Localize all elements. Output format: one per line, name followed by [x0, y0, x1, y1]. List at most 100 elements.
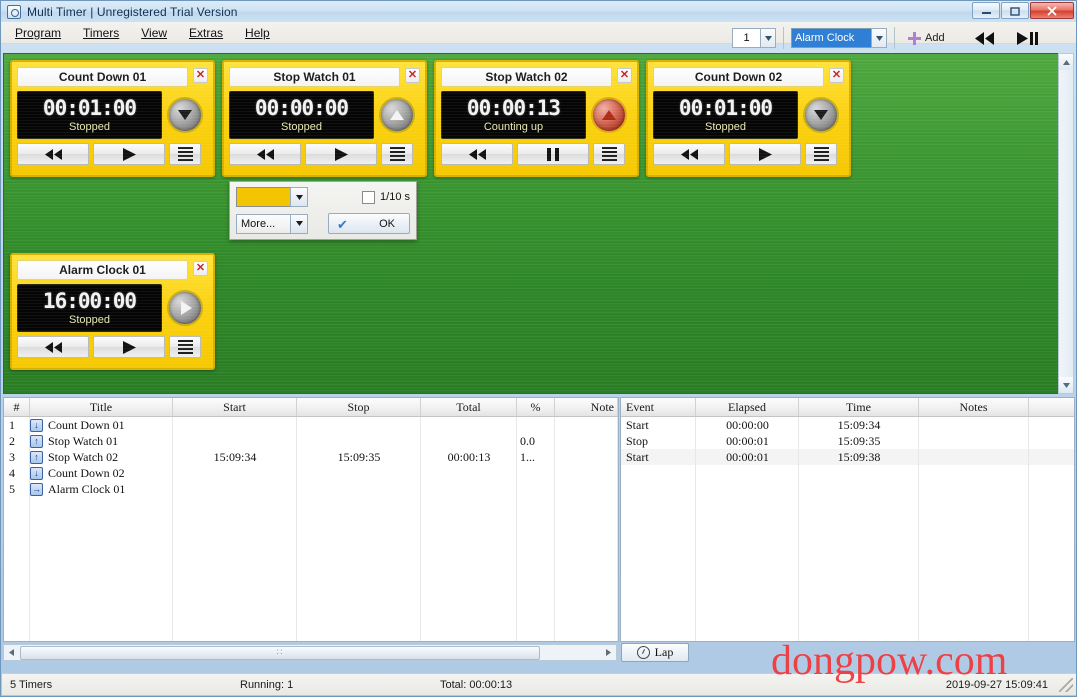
- count-down-knob[interactable]: [803, 97, 839, 133]
- more-options-combo[interactable]: More...: [236, 213, 308, 234]
- reset-button[interactable]: [653, 143, 725, 165]
- timer-title[interactable]: Count Down 01: [17, 67, 188, 87]
- column-header-start[interactable]: Start: [173, 398, 297, 416]
- table-row[interactable]: 5 → Alarm Clock 01: [4, 481, 618, 497]
- restore-button[interactable]: [1001, 2, 1029, 19]
- scroll-right-icon[interactable]: [601, 645, 616, 660]
- tenth-second-option[interactable]: 1/10 s: [362, 190, 410, 204]
- chevron-down-icon[interactable]: [760, 28, 776, 48]
- menu-extras[interactable]: Extras: [189, 26, 223, 40]
- scrollbar-thumb[interactable]: ∷: [20, 645, 540, 660]
- menu-help[interactable]: Help: [245, 26, 270, 40]
- timer-title[interactable]: Stop Watch 01: [229, 67, 400, 87]
- scroll-down-icon[interactable]: [1059, 377, 1073, 393]
- alarm-knob[interactable]: [167, 290, 203, 326]
- timer-card-body: 00:00:13 Counting up: [441, 91, 632, 139]
- close-icon[interactable]: ✕: [405, 68, 420, 83]
- count-up-knob[interactable]: [379, 97, 415, 133]
- timer-list-horizontal-scrollbar[interactable]: ∷: [3, 644, 617, 661]
- column-header-notes[interactable]: Notes: [919, 398, 1029, 416]
- cell-pct: 1...: [520, 450, 535, 464]
- timer-card[interactable]: Stop Watch 01 ✕ 00:00:00 Stopped: [222, 60, 427, 177]
- triangle-right-icon: [181, 301, 192, 315]
- timer-title[interactable]: Alarm Clock 01: [17, 260, 188, 280]
- start-button[interactable]: [729, 143, 801, 165]
- close-button[interactable]: [1030, 2, 1074, 19]
- minimize-button[interactable]: [972, 2, 1000, 19]
- close-icon[interactable]: ✕: [617, 68, 632, 83]
- color-swatch[interactable]: [236, 187, 290, 207]
- table-row[interactable]: Start 00:00:01 15:09:38: [621, 449, 1074, 465]
- column-header-pct[interactable]: %: [517, 398, 555, 416]
- timer-display: 00:00:00 Stopped: [229, 91, 374, 139]
- timer-card[interactable]: Stop Watch 02 ✕ 00:00:13 Counting up: [434, 60, 639, 177]
- column-header-elapsed[interactable]: Elapsed: [696, 398, 799, 416]
- count-down-knob[interactable]: [167, 97, 203, 133]
- table-row[interactable]: 3 ↑ Stop Watch 02 15:09:34 15:09:35 00:0…: [4, 449, 618, 465]
- column-header-note[interactable]: Note: [555, 398, 618, 416]
- more-options-value[interactable]: More...: [236, 213, 290, 234]
- table-row[interactable]: Stop 00:00:01 15:09:35: [621, 433, 1074, 449]
- close-icon[interactable]: ✕: [829, 68, 844, 83]
- table-row[interactable]: 2 ↑ Stop Watch 01 0.0: [4, 433, 618, 449]
- column-header-stop[interactable]: Stop: [297, 398, 421, 416]
- resize-grip-icon[interactable]: [1059, 678, 1073, 692]
- column-header-num[interactable]: #: [4, 398, 30, 416]
- tenth-second-checkbox[interactable]: [362, 190, 376, 204]
- timer-menu-button[interactable]: [169, 143, 201, 165]
- timer-menu-button[interactable]: [805, 143, 837, 165]
- menu-program[interactable]: Program: [15, 26, 61, 40]
- table-row[interactable]: Start 00:00:00 15:09:34: [621, 417, 1074, 433]
- play-pause-all-button[interactable]: [1016, 31, 1039, 45]
- timer-menu-button[interactable]: [593, 143, 625, 165]
- table-row[interactable]: 1 ↓ Count Down 01: [4, 417, 618, 433]
- chevron-down-icon[interactable]: [290, 213, 308, 234]
- hamburger-icon: [177, 147, 193, 161]
- column-header-total[interactable]: Total: [421, 398, 517, 416]
- ok-button[interactable]: ✔ OK: [328, 213, 410, 234]
- chevron-down-icon[interactable]: [290, 187, 308, 207]
- cell-num: 4: [9, 466, 15, 480]
- reset-button[interactable]: [229, 143, 301, 165]
- timer-time: 00:01:00: [678, 95, 773, 120]
- canvas-vertical-scrollbar[interactable]: [1058, 53, 1074, 394]
- close-icon[interactable]: ✕: [193, 68, 208, 83]
- reset-button[interactable]: [17, 336, 89, 358]
- timer-count-value[interactable]: 1: [732, 28, 760, 48]
- reset-button[interactable]: [17, 143, 89, 165]
- column-header-time[interactable]: Time: [799, 398, 919, 416]
- reset-button[interactable]: [441, 143, 513, 165]
- timer-card[interactable]: Count Down 01 ✕ 00:01:00 Stopped: [10, 60, 215, 177]
- lap-button[interactable]: Lap: [621, 643, 689, 662]
- timer-title[interactable]: Count Down 02: [653, 67, 824, 87]
- timer-card-controls: [653, 143, 844, 165]
- timer-menu-button[interactable]: [169, 336, 201, 358]
- start-button[interactable]: [305, 143, 377, 165]
- start-button[interactable]: [93, 336, 165, 358]
- menu-view[interactable]: View: [141, 26, 167, 40]
- rewind-all-button[interactable]: [974, 31, 995, 45]
- color-picker-combo[interactable]: [236, 187, 308, 207]
- menu-timers[interactable]: Timers: [83, 26, 119, 40]
- timer-title[interactable]: Stop Watch 02: [441, 67, 612, 87]
- timer-type-value[interactable]: Alarm Clock: [791, 28, 871, 48]
- start-button[interactable]: [93, 143, 165, 165]
- scroll-up-icon[interactable]: [1059, 54, 1073, 70]
- cell-total: [421, 481, 517, 497]
- close-icon[interactable]: ✕: [193, 261, 208, 276]
- cell-notes: [919, 417, 1029, 433]
- timer-menu-button[interactable]: [381, 143, 413, 165]
- cell-time: 15:09:38: [837, 450, 881, 464]
- add-timer-button[interactable]: Add: [902, 27, 951, 49]
- scroll-left-icon[interactable]: [4, 645, 19, 660]
- count-up-knob-active[interactable]: [591, 97, 627, 133]
- timer-card[interactable]: Alarm Clock 01 ✕ 16:00:00 Stopped: [10, 253, 215, 370]
- table-row[interactable]: 4 ↓ Count Down 02: [4, 465, 618, 481]
- column-header-title[interactable]: Title: [30, 398, 173, 416]
- column-header-event[interactable]: Event: [621, 398, 696, 416]
- chevron-down-icon[interactable]: [871, 28, 887, 48]
- pause-button[interactable]: [517, 143, 589, 165]
- timer-type-combo[interactable]: Alarm Clock: [791, 28, 887, 48]
- timer-count-stepper[interactable]: 1: [732, 28, 776, 48]
- timer-card[interactable]: Count Down 02 ✕ 00:01:00 Stopped: [646, 60, 851, 177]
